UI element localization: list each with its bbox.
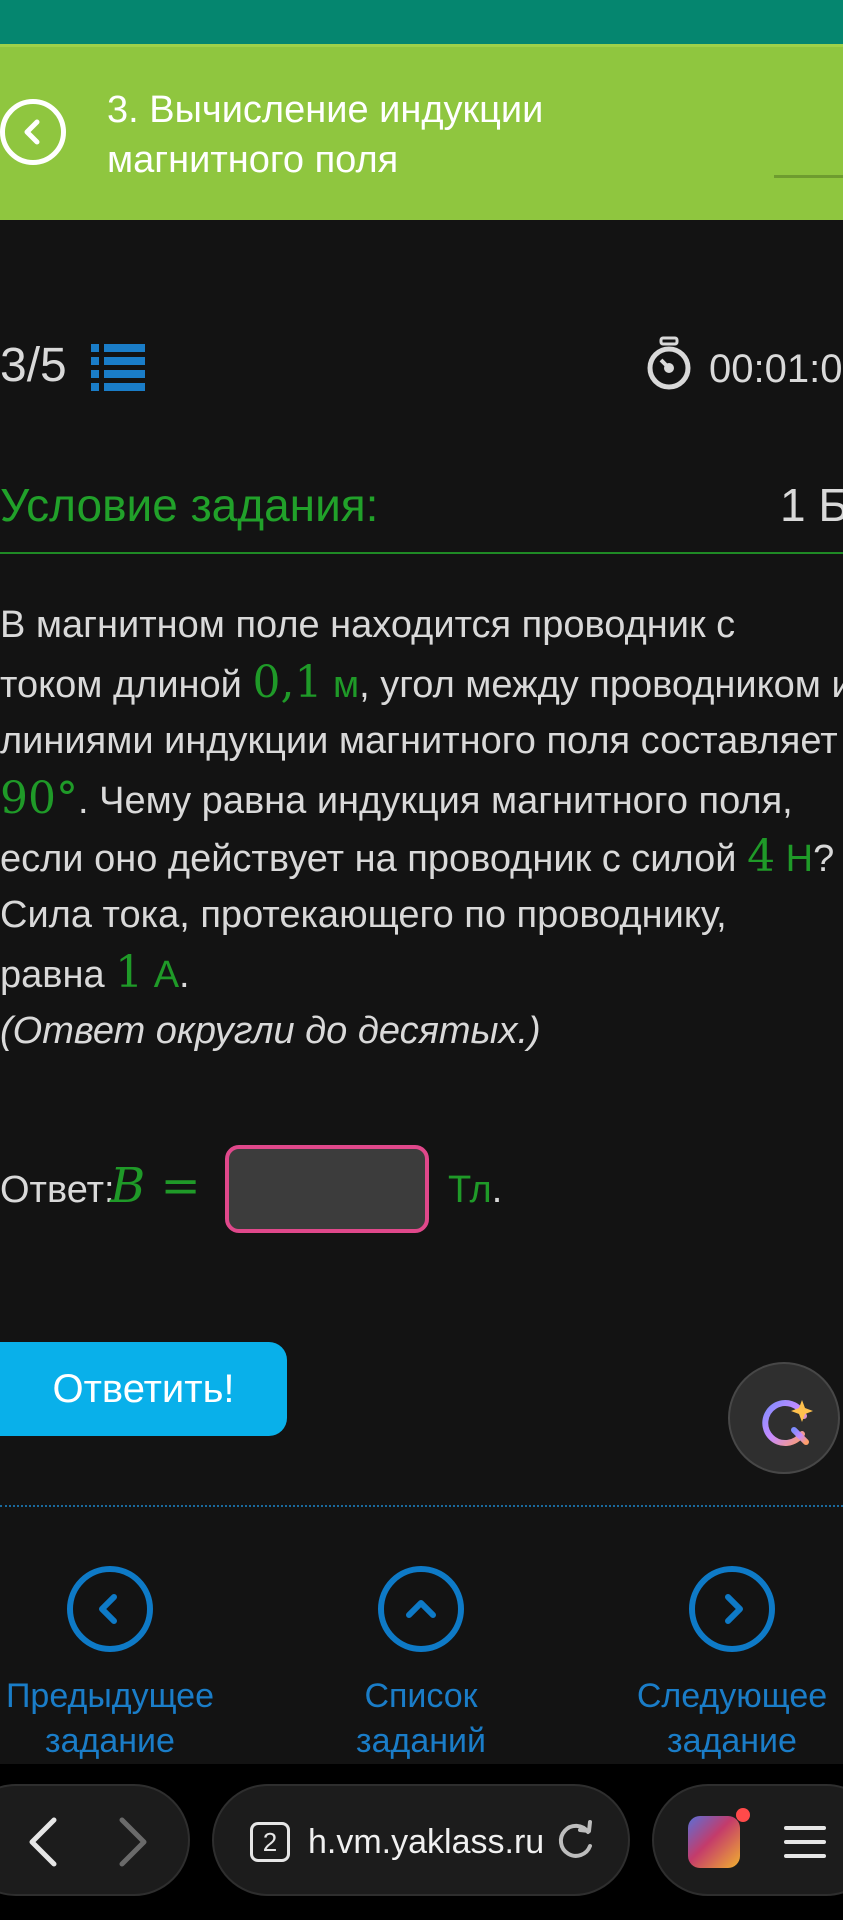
- current-value: 1: [115, 947, 144, 998]
- tab-count-badge[interactable]: 2: [250, 1822, 290, 1862]
- problem-line: равна 1 А.: [0, 944, 843, 1002]
- browser-extras: [652, 1784, 843, 1896]
- prev-task-link[interactable]: Предыдущее задание: [0, 1566, 230, 1764]
- problem-line: линиями индукции магнитного поля составл…: [0, 720, 838, 762]
- rounding-hint: (Ответ округли до десятых.): [0, 1010, 541, 1052]
- problem-line: 90°. Чему равна индукция магнитного поля…: [0, 770, 843, 828]
- angle-value: 90°: [0, 773, 78, 824]
- back-button[interactable]: [0, 99, 66, 165]
- problem-text: В магнитном поле находится проводник с т…: [0, 596, 843, 1060]
- prev-task-label: Предыдущее задание: [0, 1674, 230, 1764]
- problem-line: В магнитном поле находится проводник с: [0, 604, 736, 646]
- problem-line: если оно действует на проводник с силой …: [0, 828, 843, 886]
- problem-line: Сила тока, протекающего по проводнику,: [0, 894, 727, 936]
- task-counter: 3/5: [0, 339, 67, 392]
- up-chevron-icon: [406, 1600, 436, 1618]
- problem-text-run: . Чему равна индукция магнитного поля,: [78, 780, 793, 822]
- task-list-label-line2: заданий: [355, 1722, 486, 1760]
- browser-forward-icon[interactable]: [112, 1816, 152, 1868]
- problem-line: током длиной 0,1 м, угол между проводник…: [0, 654, 843, 712]
- task-list-circle: [378, 1566, 464, 1652]
- prev-chevron-icon: [99, 1594, 117, 1624]
- current-unit: А: [143, 954, 180, 996]
- submit-answer-button[interactable]: Ответить!: [0, 1342, 287, 1436]
- header-progress: [774, 175, 843, 178]
- prev-task-label-line1: Предыдущее: [5, 1677, 215, 1715]
- task-timer: 00:01:00: [709, 347, 843, 391]
- topic-title-line1: 3. Вычисление индукции: [107, 89, 544, 131]
- condition-title: Условие задания:: [0, 479, 379, 531]
- menu-icon[interactable]: [782, 1822, 828, 1862]
- problem-text-run: .: [179, 954, 190, 996]
- problem-text-run: током длиной: [0, 664, 253, 706]
- address-bar[interactable]: 2 h.vm.yaklass.ru: [212, 1784, 630, 1896]
- next-task-label-line1: Следующее: [636, 1677, 828, 1715]
- force-value: 4: [747, 831, 776, 882]
- next-task-circle: [689, 1566, 775, 1652]
- force-unit: Н: [775, 838, 814, 880]
- problem-text-run: , угол между проводником и: [359, 664, 843, 706]
- answer-unit-wrap: Тл.: [448, 1162, 502, 1218]
- header-bar: 3. Вычисление индукции магнитного поля: [0, 44, 843, 220]
- notification-dot: [736, 1808, 750, 1822]
- browser-toolbar: 2 h.vm.yaklass.ru: [0, 1764, 843, 1920]
- answer-unit: Тл: [448, 1169, 492, 1211]
- answer-input[interactable]: [225, 1145, 429, 1233]
- page: 3. Вычисление индукции магнитного поля 3…: [0, 0, 843, 1920]
- answer-unit-dot: .: [491, 1169, 503, 1211]
- back-chevron-icon: [24, 119, 40, 145]
- problem-text-run: равна: [0, 954, 116, 996]
- task-list-label: Список заданий: [301, 1674, 541, 1764]
- answer-label: Ответ:: [0, 1169, 115, 1211]
- length-value: 0,1: [252, 657, 323, 708]
- stopwatch-icon: [647, 336, 691, 390]
- topic-title: 3. Вычисление индукции магнитного поля: [107, 85, 667, 185]
- length-unit: м: [322, 664, 360, 706]
- browser-back-icon[interactable]: [24, 1816, 64, 1868]
- assistant-icon: [762, 1400, 813, 1446]
- prev-task-circle: [67, 1566, 153, 1652]
- next-task-label-line2: задание: [667, 1722, 797, 1760]
- problem-text-run: ?: [813, 838, 835, 880]
- next-task-label: Следующее задание: [612, 1674, 843, 1764]
- section-divider: [0, 1505, 843, 1507]
- task-list-label-line1: Список: [364, 1677, 478, 1715]
- prev-task-label-line2: задание: [45, 1722, 175, 1760]
- task-points: 1 Б.: [780, 479, 843, 531]
- browser-nav-group: [0, 1784, 190, 1896]
- url-text: h.vm.yaklass.ru: [308, 1823, 545, 1861]
- problem-text-run: если оно действует на проводник с силой: [0, 838, 748, 880]
- task-list-link[interactable]: Список заданий: [301, 1566, 541, 1764]
- assistant-button[interactable]: [728, 1362, 840, 1474]
- answer-variable: B =: [110, 1158, 201, 1214]
- list-icon[interactable]: [91, 340, 145, 394]
- profile-avatar[interactable]: [688, 1816, 740, 1868]
- next-chevron-icon: [725, 1594, 743, 1624]
- status-strip: [0, 0, 843, 44]
- next-task-link[interactable]: Следующее задание: [612, 1566, 843, 1764]
- topic-title-line2: магнитного поля: [107, 139, 399, 181]
- condition-divider: [0, 552, 843, 554]
- reload-icon[interactable]: [552, 1818, 598, 1864]
